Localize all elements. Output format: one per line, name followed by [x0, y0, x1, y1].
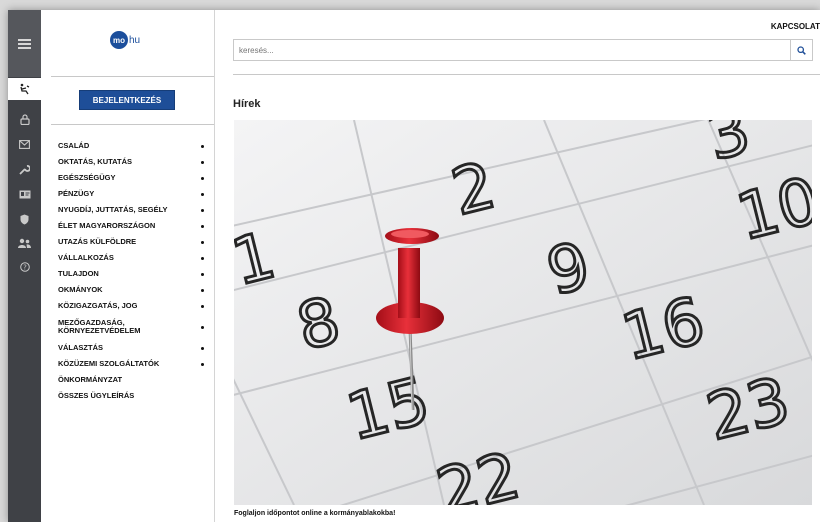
news-heading: Hírek	[233, 98, 261, 110]
divider	[51, 76, 214, 77]
bullet-icon	[201, 192, 204, 196]
menu-item-utazas[interactable]: UTAZÁS KÜLFÖLDRE	[58, 234, 206, 250]
menu-item-oktatas[interactable]: OKTATÁS, KUTATÁS	[58, 154, 206, 170]
menu-item-kozigazgatas[interactable]: KÖZIGAZGATÁS, JOG	[58, 298, 206, 314]
lock-icon[interactable]	[8, 108, 41, 130]
bullet-icon	[201, 346, 204, 350]
search-icon	[797, 45, 806, 55]
site-logo[interactable]: mo hu	[110, 31, 140, 49]
menu-item-valasztas[interactable]: VÁLASZTÁS	[58, 340, 206, 356]
menu-item-elet[interactable]: ÉLET MAGYARORSZÁGON	[58, 218, 206, 234]
bullet-icon	[201, 224, 204, 228]
menu-item-onkormanyzat[interactable]: ÖNKORMÁNYZAT	[58, 372, 206, 388]
left-panel: mo hu BEJELENTKEZÉS CSALÁD OKTATÁS, KUTA…	[41, 10, 214, 522]
divider	[233, 74, 820, 75]
bullet-icon	[201, 288, 204, 292]
news-caption[interactable]: Foglaljon időpontot online a kormányabla…	[234, 510, 395, 517]
accessibility-icon[interactable]	[8, 78, 41, 100]
bullet-icon	[201, 176, 204, 180]
menu-item-csalad[interactable]: CSALÁD	[58, 138, 206, 154]
category-menu: CSALÁD OKTATÁS, KUTATÁS EGÉSZSÉGÜGY PÉNZ…	[58, 138, 206, 404]
menu-item-vallalkozas[interactable]: VÁLLALKOZÁS	[58, 250, 206, 266]
logo-suffix: hu	[129, 34, 141, 46]
bullet-icon	[201, 144, 204, 148]
menu-item-egeszsegugy[interactable]: EGÉSZSÉGÜGY	[58, 170, 206, 186]
search-bar	[233, 39, 813, 61]
bullet-icon	[201, 304, 204, 308]
mail-icon[interactable]	[8, 133, 41, 155]
login-button[interactable]: BEJELENTKEZÉS	[79, 90, 175, 110]
bullet-icon	[201, 256, 204, 260]
contact-link[interactable]: KAPCSOLAT	[771, 22, 820, 31]
bullet-icon	[201, 325, 204, 329]
icon-rail: ?	[8, 10, 41, 522]
bullet-icon	[201, 362, 204, 366]
wrench-icon[interactable]	[8, 158, 41, 180]
search-button[interactable]	[790, 40, 812, 60]
svg-text:?: ?	[23, 264, 27, 272]
bullet-icon	[201, 240, 204, 244]
help-icon[interactable]: ?	[8, 256, 41, 278]
menu-item-okmanyok[interactable]: OKMÁNYOK	[58, 282, 206, 298]
browser-frame: ? mo hu BEJELENTKEZÉS CSALÁD OKTATÁS, KU…	[8, 10, 820, 522]
menu-icon[interactable]	[8, 10, 41, 77]
logo-circle: mo	[110, 31, 128, 49]
menu-item-tulajdon[interactable]: TULAJDON	[58, 266, 206, 282]
menu-item-osszes[interactable]: ÖSSZES ÜGYLEÍRÁS	[58, 388, 206, 404]
main-content: KAPCSOLAT Hírek	[215, 10, 820, 522]
bullet-icon	[201, 208, 204, 212]
news-image[interactable]: 3 2 10 1 9 8 16 15 23 22	[234, 120, 812, 505]
menu-item-mezogazdasag[interactable]: MEZŐGAZDASÁG, KÖRNYEZETVÉDELEM	[58, 314, 206, 340]
id-card-icon[interactable]	[8, 183, 41, 205]
bullet-icon	[201, 272, 204, 276]
menu-item-penzugy[interactable]: PÉNZÜGY	[58, 186, 206, 202]
search-input[interactable]	[234, 40, 789, 61]
menu-item-kozuzemi[interactable]: KÖZÜZEMI SZOLGÁLTATÓK	[58, 356, 206, 372]
bullet-icon	[201, 160, 204, 164]
menu-item-nyugdij[interactable]: NYUGDÍJ, JUTTATÁS, SEGÉLY	[58, 202, 206, 218]
calendar-photo: 3 2 10 1 9 8 16 15 23 22	[234, 120, 812, 505]
users-icon[interactable]	[8, 232, 41, 254]
shield-icon[interactable]	[8, 208, 41, 230]
divider	[51, 124, 214, 125]
